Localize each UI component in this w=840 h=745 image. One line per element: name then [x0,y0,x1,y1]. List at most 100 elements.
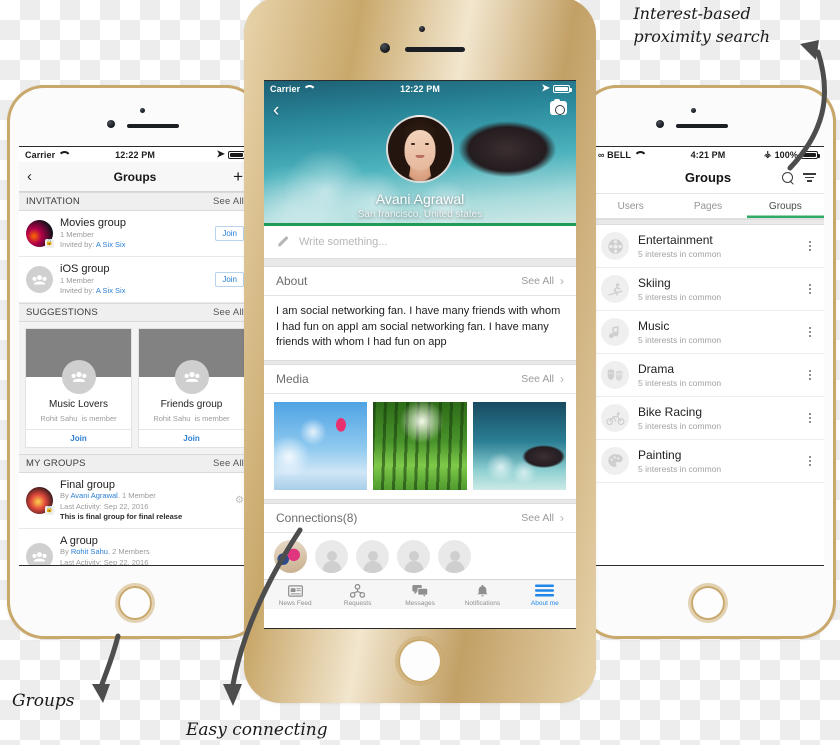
tab-news-feed[interactable]: News Feed [264,583,326,607]
gear-icon[interactable]: ⚙ [235,495,244,506]
join-button[interactable]: Join [215,225,244,241]
interests-list: Entertainment 5 interests in common Skii… [592,225,824,483]
group-thumbnail [26,542,53,565]
tab-messages[interactable]: Messages [389,583,451,607]
interest-name: Music [638,319,670,334]
connection-avatar[interactable] [438,539,471,573]
profile-location: San francisco, United states [357,209,483,220]
interest-row[interactable]: Drama 5 interests in common [592,354,824,397]
profile-cover: Carrier 12:22 PM ➤ ‹ Avani Agrawal San f… [264,81,576,223]
media-section-header[interactable]: Media See All › [264,364,576,394]
see-all-link[interactable]: See All [521,275,554,287]
composer-placeholder: Write something... [299,236,388,248]
more-options-icon[interactable] [805,281,815,296]
interest-name: Painting [638,448,682,463]
tab-notifications[interactable]: Notifications [451,583,513,607]
avatar[interactable] [386,115,454,183]
see-all-link[interactable]: See All [521,512,554,524]
interest-sub: 5 interests in common [638,377,722,388]
interest-row[interactable]: Entertainment 5 interests in common [592,225,824,268]
join-button[interactable]: Join [139,428,244,447]
more-options-icon[interactable] [805,238,815,253]
my-group-row[interactable]: A group By Rohit Sahu. 2 Members Last Ac… [19,528,251,565]
right-phone-screen: ∞ BELL 4:21 PM ⚶ 100% Groups Users Pages… [592,146,824,566]
interest-row[interactable]: Music 5 interests in common [592,311,824,354]
add-group-button[interactable]: + [233,168,243,185]
interest-row[interactable]: Painting 5 interests in common [592,440,824,483]
suggestion-card[interactable]: Music Lovers Rohit Sahu is member Join [25,327,132,448]
group-owner: By Rohit Sahu. 2 Members [60,547,150,557]
group-name: Movies group [60,217,127,229]
home-button[interactable] [691,586,725,620]
suggestion-cover [26,328,131,394]
my-group-row[interactable]: 🔒 Final group By Avani Agrawal. 1 Member… [19,472,251,529]
about-text: I am social networking fan. I have many … [264,296,576,360]
location-arrow-icon: ➤ [541,82,551,94]
see-all-link[interactable]: See All [213,196,244,207]
left-status-bar: Carrier 12:22 PM ➤ [19,147,251,162]
media-thumbnail[interactable] [274,401,368,490]
suggestion-card[interactable]: Friends group Rohit Sahu is member Join [138,327,245,448]
home-button[interactable] [398,639,442,683]
connection-avatar[interactable] [315,539,348,573]
suggestions-carousel: Music Lovers Rohit Sahu is member Join F… [19,321,251,454]
sensor-icon [140,108,145,113]
section-label: Connections(8) [276,510,358,525]
section-title: SUGGESTIONS [26,306,98,318]
more-options-icon[interactable] [805,410,815,425]
group-thumbnail: 🔒 [26,486,54,515]
back-button[interactable]: ‹ [273,101,279,120]
composer-row[interactable]: Write something... [264,226,576,258]
film-reel-icon [601,232,629,260]
tab-pages[interactable]: Pages [669,194,746,218]
interest-name: Skiing [638,276,671,291]
battery-percent: 100% [774,149,798,160]
bluetooth-icon: ⚶ [763,149,772,159]
messages-icon [389,583,451,599]
left-clock: 12:22 PM [115,149,155,160]
group-description: This is final group for final release [60,511,183,521]
join-button[interactable]: Join [26,428,131,447]
bell-icon [451,583,513,599]
home-button[interactable] [118,586,152,620]
chevron-right-icon: › [560,510,564,525]
group-name: Final group [60,478,116,491]
connection-avatar[interactable] [274,539,307,573]
search-icon[interactable] [782,171,794,184]
more-options-icon[interactable] [805,453,815,468]
wifi-icon [58,151,67,158]
people-icon [32,274,47,285]
interest-row[interactable]: Bike Racing 5 interests in common [592,397,824,440]
tab-requests[interactable]: Requests [326,583,388,607]
connection-avatar[interactable] [397,539,430,573]
wifi-icon [303,85,312,92]
more-options-icon[interactable] [805,367,815,382]
group-thumbnail [26,265,53,293]
connection-avatar[interactable] [356,539,389,573]
invitation-row[interactable]: iOS group 1 Member Invited by: A Six Six… [19,256,251,303]
tab-groups[interactable]: Groups [747,194,824,218]
see-all-link[interactable]: See All [521,373,554,385]
camera-icon[interactable] [550,98,567,115]
back-button[interactable]: ‹ [27,169,32,184]
more-options-icon[interactable] [805,324,815,339]
interest-row[interactable]: Skiing 5 interests in common [592,268,824,311]
group-invited-by: Invited by: A Six Six [60,285,126,295]
media-thumbnail[interactable] [472,401,566,490]
media-thumbnail[interactable] [373,401,467,490]
join-button[interactable]: Join [215,271,244,287]
media-grid [264,393,576,499]
tab-users[interactable]: Users [592,194,669,218]
center-status-bar: Carrier 12:22 PM ➤ [264,81,576,96]
connections-section-header[interactable]: Connections(8) See All › [264,503,576,533]
wifi-icon [634,151,643,158]
see-all-link[interactable]: See All [213,458,244,469]
see-all-link[interactable]: See All [213,307,244,318]
annotation-groups: Groups [12,691,75,711]
center-phone-device: Carrier 12:22 PM ➤ ‹ Avani Agrawal San f… [244,0,596,703]
people-icon [32,551,47,562]
invitation-row[interactable]: 🔒 Movies group 1 Member Invited by: A Si… [19,211,251,257]
about-section-header[interactable]: About See All › [264,267,576,296]
tab-about-me[interactable]: About me [514,583,576,607]
filter-icon[interactable] [803,172,816,184]
